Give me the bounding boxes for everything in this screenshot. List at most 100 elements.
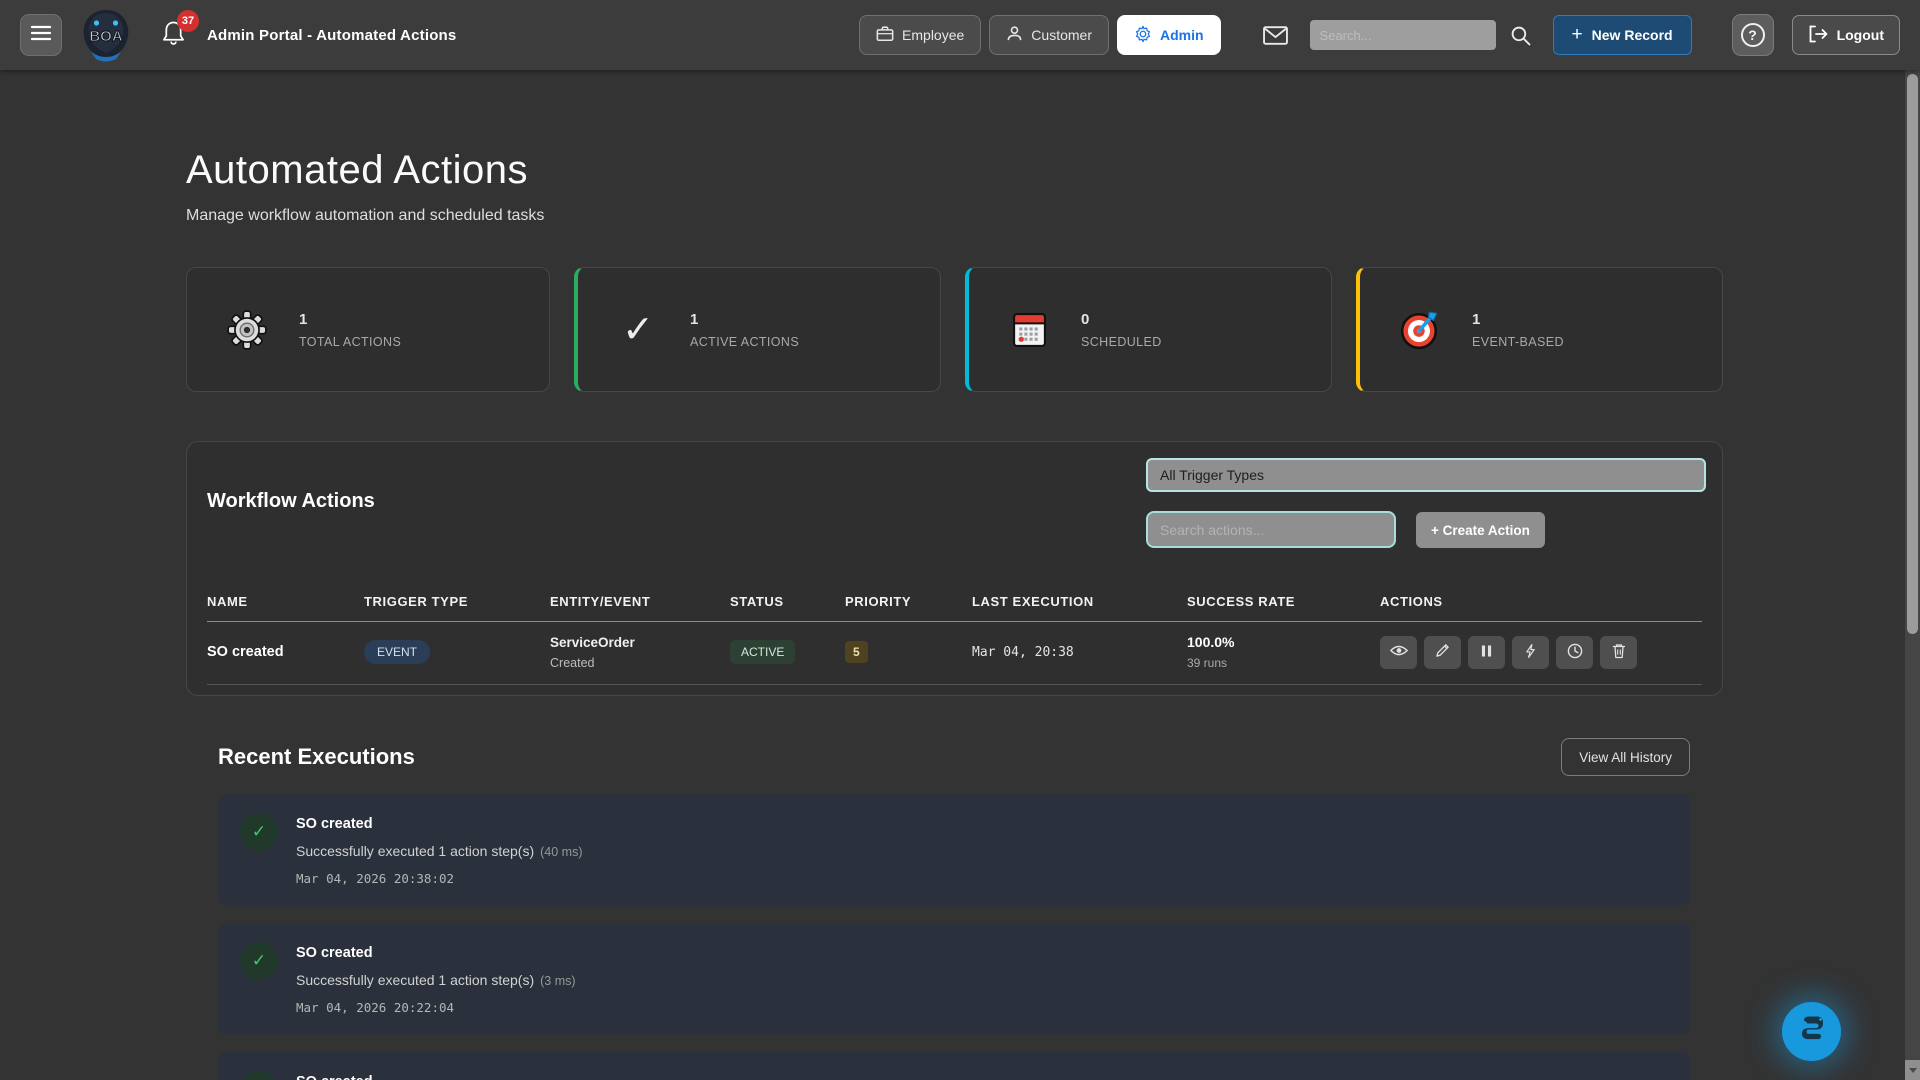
trigger-type-badge: EVENT	[364, 640, 430, 664]
col-trigger-type: TRIGGER TYPE	[364, 594, 550, 609]
chevron-down-icon	[1909, 1068, 1917, 1073]
execution-item: ✓ SO created	[218, 1052, 1690, 1080]
stat-label: EVENT-BASED	[1472, 335, 1564, 349]
check-icon: ✓	[616, 307, 660, 352]
runs-count: 39 runs	[1187, 656, 1380, 670]
edit-button[interactable]	[1424, 636, 1461, 669]
scrollbar-thumb[interactable]	[1907, 74, 1918, 634]
page-scrollbar[interactable]	[1905, 70, 1920, 1080]
pencil-icon	[1435, 643, 1450, 661]
recent-executions-section: Recent Executions View All History ✓ SO …	[218, 738, 1690, 1080]
create-action-button[interactable]: + Create Action	[1416, 512, 1545, 548]
col-status: STATUS	[730, 594, 845, 609]
tab-label: Employee	[902, 27, 964, 43]
recent-executions-heading: Recent Executions	[218, 744, 415, 770]
tab-customer[interactable]: Customer	[989, 15, 1109, 55]
execution-message: Successfully executed 1 action step(s)	[296, 972, 534, 988]
question-icon: ?	[1741, 23, 1765, 47]
priority-badge: 5	[845, 641, 868, 663]
execution-duration: (40 ms)	[540, 845, 582, 859]
stat-card-total-actions: 1 TOTAL ACTIONS	[186, 267, 550, 392]
tab-label: Customer	[1031, 27, 1092, 43]
logo-text: BOA	[89, 28, 123, 45]
stat-card-active-actions: ✓ 1 ACTIVE ACTIONS	[574, 267, 941, 392]
help-button[interactable]: ?	[1732, 14, 1774, 56]
delete-button[interactable]	[1600, 636, 1637, 669]
run-now-button[interactable]	[1512, 636, 1549, 669]
col-priority: PRIORITY	[845, 594, 972, 609]
lightning-icon	[1525, 643, 1536, 662]
table-row: SO created EVENT ServiceOrder Created AC…	[207, 622, 1702, 685]
stat-label: ACTIVE ACTIONS	[690, 335, 799, 349]
calendar-icon	[1007, 310, 1051, 349]
execution-timestamp: Mar 04, 2026 20:22:04	[296, 1000, 576, 1015]
stat-value: 0	[1081, 311, 1162, 328]
execution-title: SO created	[296, 942, 576, 961]
search-icon[interactable]	[1510, 25, 1531, 46]
trash-icon	[1612, 643, 1626, 662]
page-header: Automated Actions Manage workflow automa…	[186, 148, 544, 225]
global-search-input[interactable]	[1310, 20, 1496, 50]
event-name: Created	[550, 656, 730, 670]
history-button[interactable]	[1556, 636, 1593, 669]
gear-icon	[1134, 25, 1152, 46]
pause-button[interactable]	[1468, 636, 1505, 669]
execution-title: SO created	[296, 813, 583, 832]
eye-icon	[1390, 644, 1408, 660]
success-check-icon: ✓	[240, 813, 278, 851]
execution-item: ✓ SO created Successfully executed 1 act…	[218, 794, 1690, 905]
hamburger-menu-button[interactable]	[20, 14, 62, 56]
status-badge: ACTIVE	[730, 640, 795, 664]
view-button[interactable]	[1380, 636, 1417, 669]
plus-icon: +	[1572, 24, 1583, 46]
page-title: Automated Actions	[186, 148, 544, 193]
logout-button[interactable]: Logout	[1792, 15, 1900, 55]
col-entity-event: ENTITY/EVENT	[550, 594, 730, 609]
logout-icon	[1808, 25, 1828, 46]
row-actions	[1380, 636, 1702, 669]
stats-row: 1 TOTAL ACTIONS ✓ 1 ACTIVE ACTIONS 0	[186, 267, 1723, 392]
mail-icon[interactable]	[1263, 26, 1288, 45]
last-execution-time: Mar 04, 20:38	[972, 645, 1187, 660]
user-icon	[1006, 25, 1023, 45]
tab-label: Admin	[1160, 27, 1204, 43]
tab-employee[interactable]: Employee	[859, 15, 981, 55]
view-all-history-button[interactable]: View All History	[1561, 738, 1690, 776]
gear-icon	[225, 309, 269, 351]
success-check-icon: ✓	[240, 942, 278, 980]
table-header-row: NAME TRIGGER TYPE ENTITY/EVENT STATUS PR…	[207, 588, 1702, 622]
top-navbar: BOA 37 Admin Portal - Automated Actions …	[0, 0, 1920, 70]
stat-value: 1	[690, 311, 799, 328]
col-actions: ACTIONS	[1380, 594, 1702, 609]
col-name: NAME	[207, 594, 364, 609]
workflow-heading: Workflow Actions	[207, 490, 375, 513]
notifications-button[interactable]: 37	[162, 20, 185, 51]
execution-item: ✓ SO created Successfully executed 1 act…	[218, 923, 1690, 1034]
actions-search-input[interactable]	[1146, 511, 1396, 548]
portal-tabs: Employee Customer Admin	[859, 15, 1221, 55]
target-icon	[1398, 309, 1442, 351]
new-record-button[interactable]: + New Record	[1553, 15, 1692, 55]
entity-name: ServiceOrder	[550, 635, 730, 650]
trigger-type-select[interactable]: All Trigger Types	[1146, 458, 1706, 492]
tab-admin[interactable]: Admin	[1117, 15, 1221, 55]
workflow-table: NAME TRIGGER TYPE ENTITY/EVENT STATUS PR…	[207, 588, 1702, 685]
stat-value: 1	[1472, 311, 1564, 328]
clock-icon	[1567, 643, 1583, 662]
workflow-actions-panel: Workflow Actions All Trigger Types + Cre…	[186, 441, 1723, 696]
col-last-execution: LAST EXECUTION	[972, 594, 1187, 609]
stat-value: 1	[299, 311, 401, 328]
scrollbar-down-button[interactable]	[1905, 1060, 1920, 1080]
success-check-icon: ✓	[240, 1071, 278, 1080]
execution-timestamp: Mar 04, 2026 20:38:02	[296, 871, 583, 886]
col-success-rate: SUCCESS RATE	[1187, 594, 1380, 609]
boa-logo: BOA	[78, 6, 134, 64]
app-title: Admin Portal - Automated Actions	[207, 27, 456, 44]
stat-card-event-based: 1 EVENT-BASED	[1356, 267, 1723, 392]
pause-icon	[1481, 644, 1492, 661]
execution-title: SO created	[296, 1071, 373, 1080]
hamburger-icon	[31, 25, 51, 46]
chat-assistant-button[interactable]	[1782, 1002, 1841, 1061]
success-rate: 100.0%	[1187, 634, 1380, 650]
notification-badge: 37	[177, 10, 199, 32]
